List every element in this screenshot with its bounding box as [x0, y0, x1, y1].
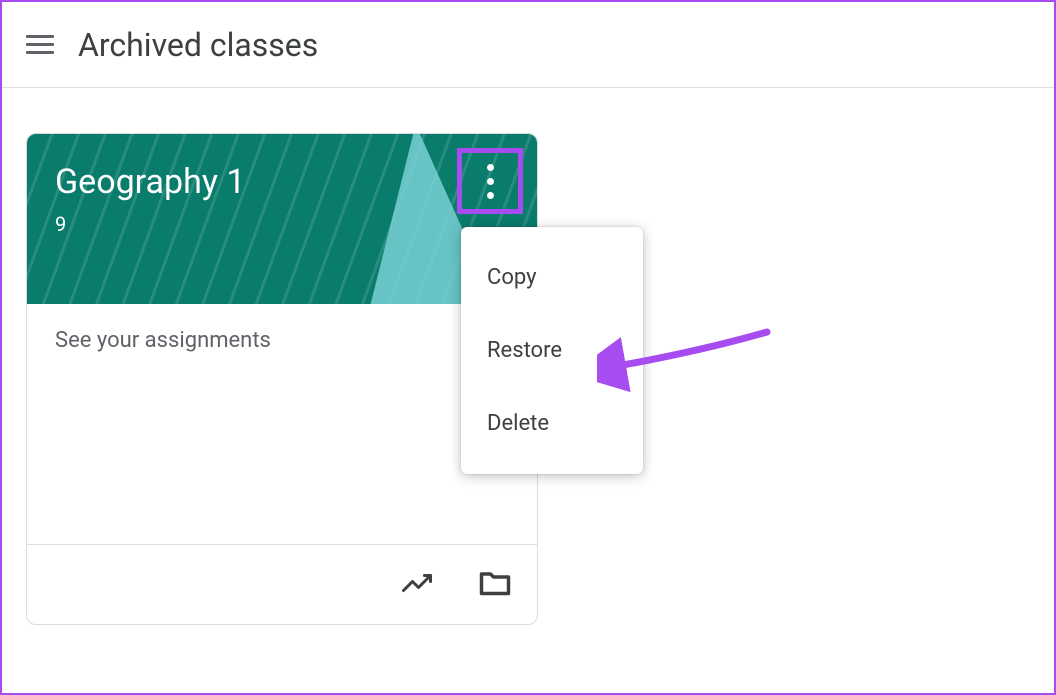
trending-icon[interactable]: [399, 565, 435, 605]
menu-item-restore[interactable]: Restore: [461, 314, 643, 387]
card-footer: [27, 544, 537, 624]
assignments-link[interactable]: See your assignments: [55, 328, 271, 353]
page-title: Archived classes: [78, 26, 318, 64]
more-options-button[interactable]: [457, 148, 523, 214]
folder-icon[interactable]: [477, 565, 513, 605]
class-section: 9: [55, 212, 66, 236]
app-header: Archived classes: [2, 2, 1054, 88]
vertical-dots-icon: [487, 164, 494, 199]
menu-item-delete[interactable]: Delete: [461, 387, 643, 460]
context-menu: Copy Restore Delete: [461, 227, 643, 474]
class-name[interactable]: Geography 1: [55, 162, 245, 202]
hamburger-menu-icon[interactable]: [26, 35, 54, 54]
menu-item-copy[interactable]: Copy: [461, 241, 643, 314]
